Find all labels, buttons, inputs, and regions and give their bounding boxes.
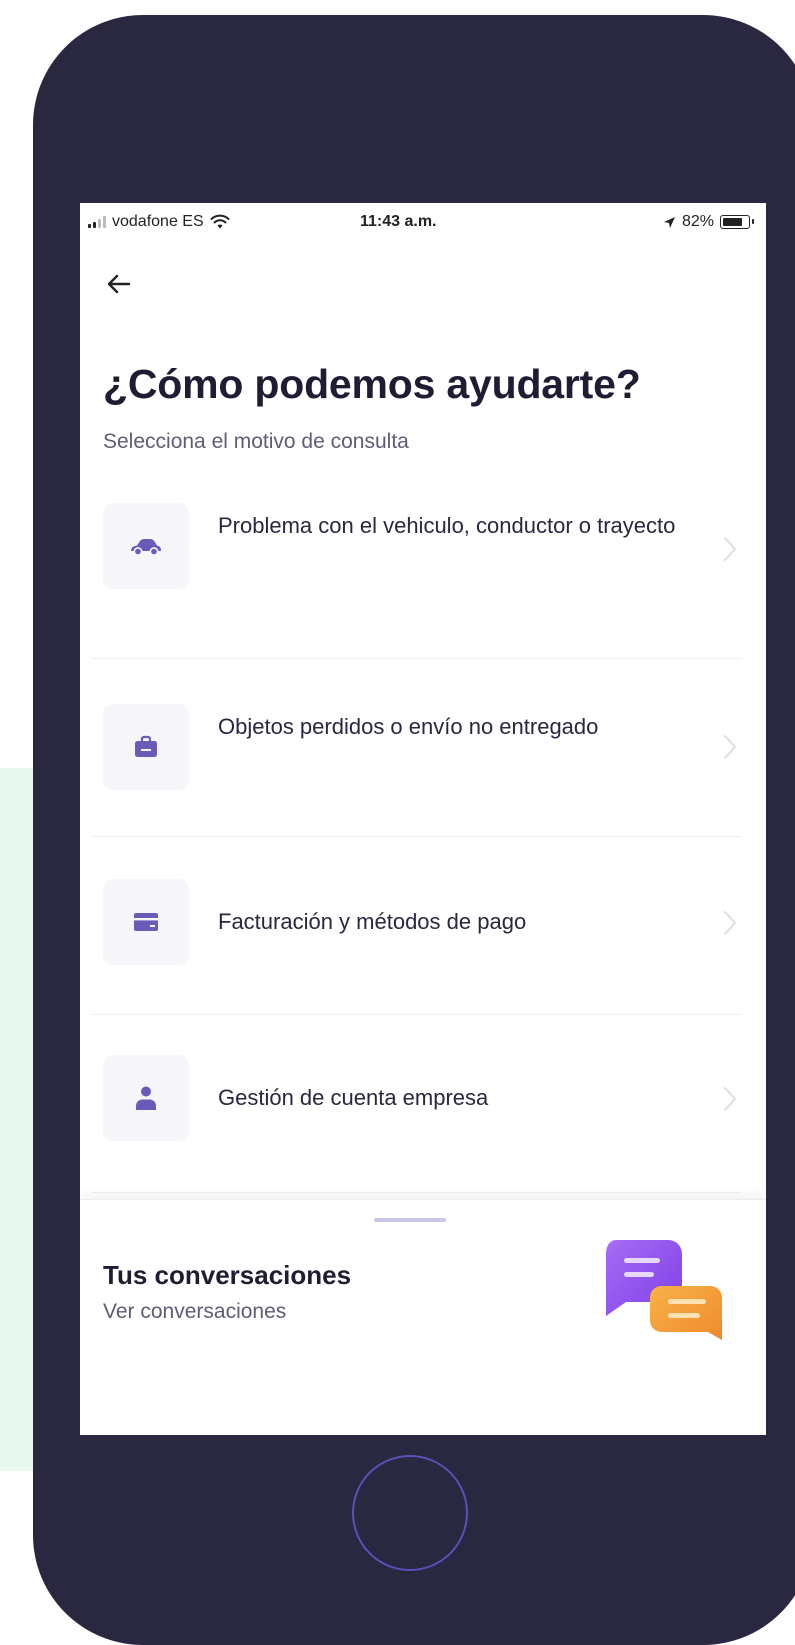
chevron-right-icon	[724, 911, 737, 935]
chat-bubbles-icon	[606, 1240, 722, 1340]
briefcase-icon	[135, 735, 157, 757]
status-left: vodafone ES	[88, 213, 230, 231]
location-arrow-icon	[663, 216, 675, 228]
view-conversations-link[interactable]: Ver conversaciones	[103, 1300, 286, 1324]
arrow-left-icon	[107, 274, 131, 294]
option-lost-items[interactable]: Objetos perdidos o envío no entregado	[80, 659, 766, 837]
option-label: Problema con el vehiculo, conductor o tr…	[218, 513, 676, 538]
page-subtitle: Selecciona el motivo de consulta	[103, 430, 409, 453]
status-time: 11:43 a.m.	[360, 213, 437, 230]
option-business-account[interactable]: Gestión de cuenta empresa	[80, 1015, 766, 1193]
option-icon-container	[103, 1055, 189, 1141]
user-icon	[136, 1086, 156, 1110]
home-button[interactable]	[352, 1455, 468, 1571]
chevron-right-icon	[724, 1087, 737, 1111]
status-bar: vodafone ES 11:43 a.m. 82%	[80, 203, 766, 243]
option-icon-container	[103, 503, 189, 589]
divider	[92, 1192, 742, 1193]
option-vehicle-problem[interactable]: Problema con el vehiculo, conductor o tr…	[80, 483, 766, 659]
car-icon	[131, 539, 161, 556]
conversations-title: Tus conversaciones	[103, 1260, 352, 1290]
battery-icon	[720, 215, 754, 229]
carrier-name: vodafone ES	[112, 213, 204, 230]
option-icon-container	[103, 704, 189, 790]
back-button[interactable]	[102, 267, 136, 301]
option-billing[interactable]: Facturación y métodos de pago	[80, 837, 766, 1015]
option-icon-container	[103, 879, 189, 965]
wifi-icon	[210, 214, 230, 229]
signal-icon	[88, 216, 106, 228]
page-title: ¿Cómo podemos ayudarte?	[103, 361, 641, 407]
battery-fill	[723, 218, 742, 226]
sheet-drag-handle[interactable]	[374, 1218, 446, 1222]
status-right: 82%	[663, 213, 754, 231]
chevron-right-icon	[724, 537, 737, 561]
conversations-sheet[interactable]: Tus conversaciones Ver conversaciones	[80, 1199, 766, 1435]
help-options-list: Problema con el vehiculo, conductor o tr…	[80, 483, 766, 1193]
option-label: Gestión de cuenta empresa	[218, 1085, 489, 1110]
option-label: Objetos perdidos o envío no entregado	[218, 714, 599, 739]
chevron-right-icon	[724, 735, 737, 759]
app-screen: vodafone ES 11:43 a.m. 82% ¿Cómo podemos…	[80, 203, 766, 1435]
credit-card-icon	[134, 913, 158, 931]
option-label: Facturación y métodos de pago	[218, 909, 527, 934]
battery-percent: 82%	[681, 213, 714, 230]
